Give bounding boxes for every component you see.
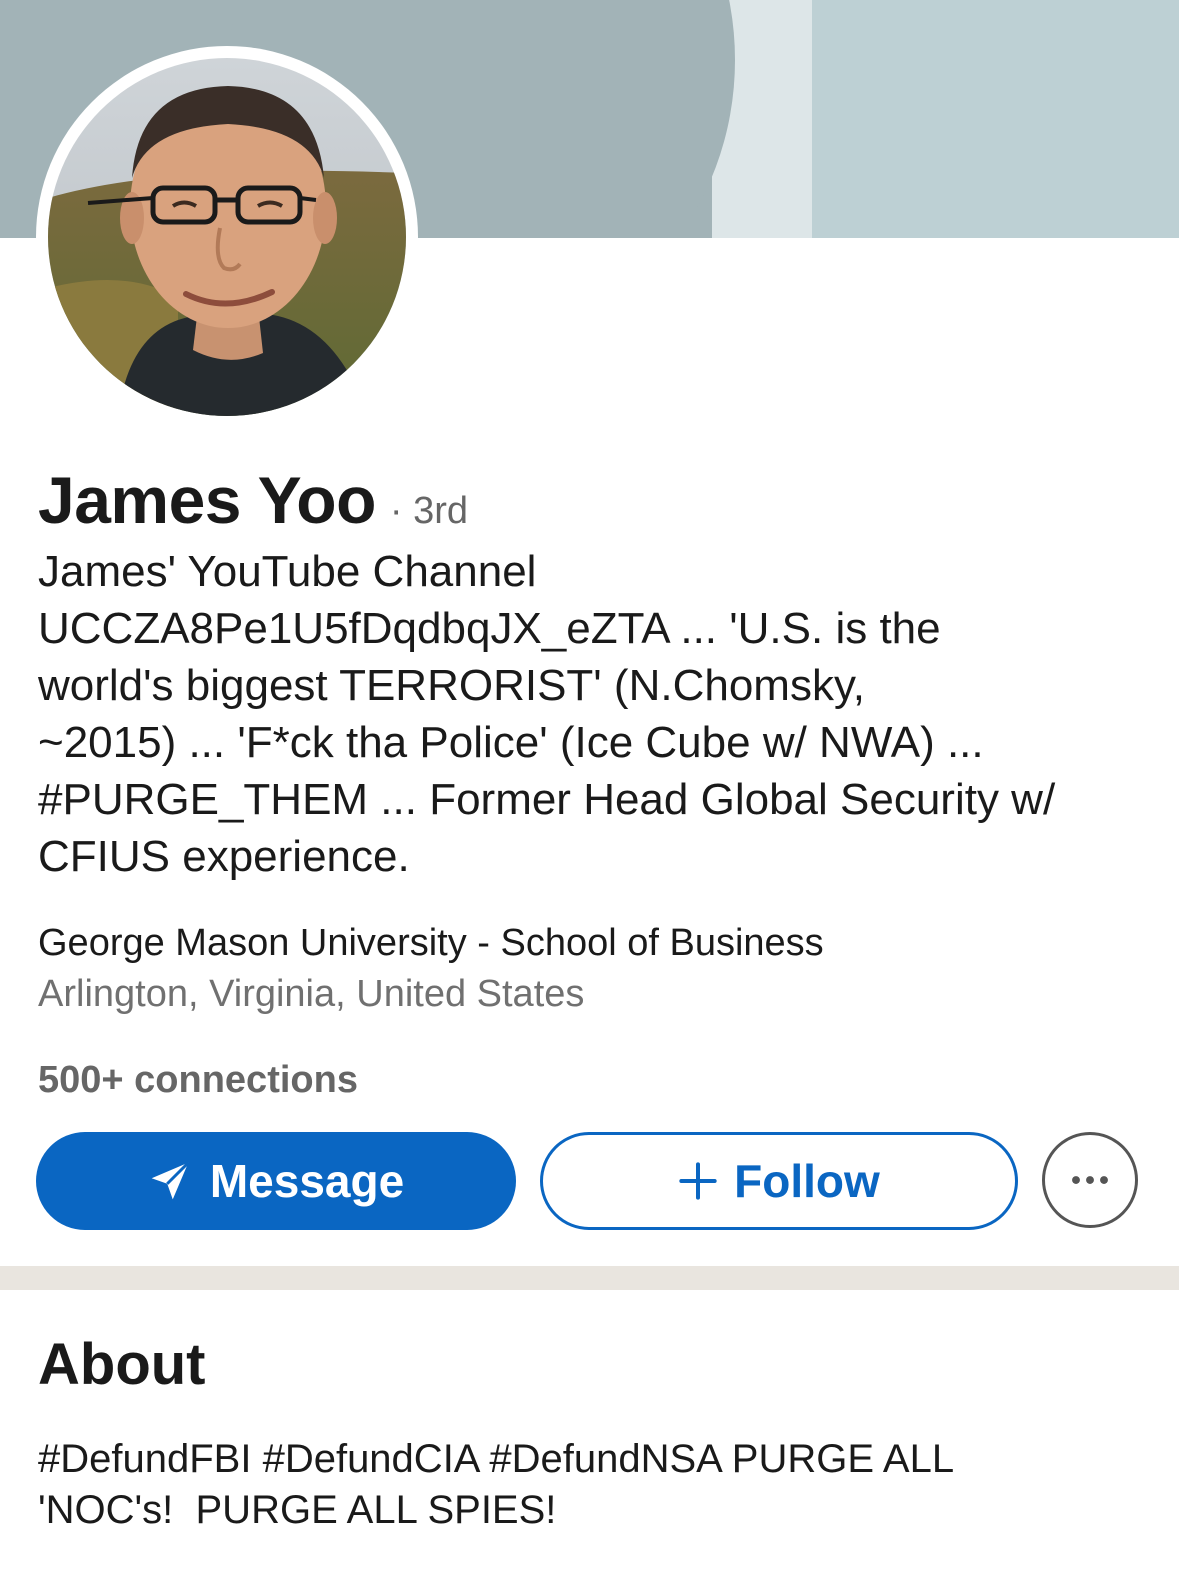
about-heading: About (38, 1332, 206, 1397)
headline-line: CFIUS experience. (38, 832, 410, 881)
message-button[interactable]: Message (36, 1132, 516, 1230)
follow-label: Follow (734, 1155, 880, 1207)
more-horizontal-icon (1072, 1176, 1108, 1184)
profile-headline: James' YouTube Channel UCCZA8Pe1U5fDqdbq… (38, 543, 1148, 885)
send-icon (151, 1161, 190, 1200)
education[interactable]: George Mason University - School of Busi… (38, 922, 824, 965)
about-line: 'NOC's! PURGE ALL SPIES! (38, 1488, 557, 1532)
location: Arlington, Virginia, United States (38, 973, 585, 1015)
connection-degree: · 3rd (389, 490, 469, 532)
connections-count[interactable]: 500+ connections (38, 1059, 358, 1102)
headline-line: #PURGE_THEM ... Former Head Global Secur… (38, 775, 1056, 824)
profile-name: James Yoo (38, 463, 376, 537)
banner-panel (812, 0, 1179, 238)
follow-button[interactable]: Follow (540, 1132, 1018, 1230)
avatar[interactable] (36, 46, 418, 428)
more-options-button[interactable] (1042, 1132, 1138, 1228)
message-label: Message (209, 1155, 405, 1207)
headline-line: ~2015) ... 'F*ck tha Police' (Ice Cube w… (38, 718, 984, 767)
about-text: #DefundFBI #DefundCIA #DefundNSA PURGE A… (38, 1434, 1148, 1536)
about-line: #DefundFBI #DefundCIA #DefundNSA PURGE A… (38, 1437, 955, 1481)
headline-line: UCCZA8Pe1U5fDqdbqJX_eZTA ... 'U.S. is th… (38, 604, 941, 653)
profile-name-row: James Yoo · 3rd (38, 462, 468, 538)
headline-line: world's biggest TERRORIST' (N.Chomsky, (38, 661, 865, 710)
avatar-photo (48, 58, 406, 416)
section-divider (0, 1266, 1179, 1290)
headline-line: James' YouTube Channel (38, 547, 537, 596)
plus-icon (679, 1162, 717, 1200)
